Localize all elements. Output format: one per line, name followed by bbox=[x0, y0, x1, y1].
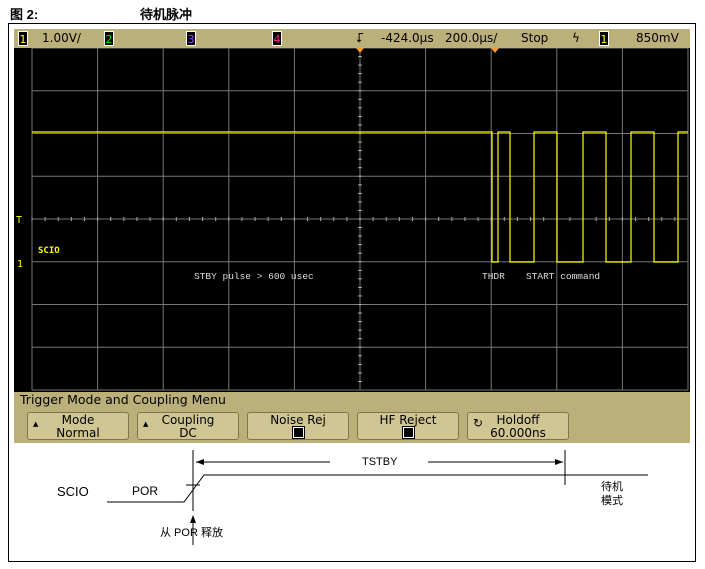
rising-edge-icon: ϟ bbox=[572, 31, 580, 45]
menu-title: Trigger Mode and Coupling Menu bbox=[20, 392, 226, 407]
trigger-level-marker: T bbox=[16, 215, 22, 226]
ch1-scale: 1.00V/ bbox=[42, 31, 81, 45]
rotate-knob-icon: ↻ bbox=[473, 416, 484, 430]
ground-marker: 1 bbox=[17, 259, 23, 270]
diagram-por-label: POR bbox=[132, 484, 159, 498]
delay-value: -424.0µs bbox=[381, 31, 434, 45]
timebase-value: 200.0µs/ bbox=[445, 31, 498, 45]
delay-icon: ⮦ bbox=[356, 31, 364, 46]
diagram-release-label: 从 POR 释放 bbox=[160, 527, 223, 539]
run-state: Stop bbox=[521, 31, 549, 45]
trigger-level: 850mV bbox=[636, 31, 679, 45]
ch4-badge[interactable]: 4 bbox=[272, 31, 282, 46]
oscilloscope-screen: 1 1.00V/ 2 3 4 ⮦ -424.0µs 200.0µs/ Stop … bbox=[14, 29, 690, 443]
trigger-source-badge[interactable]: 1 bbox=[599, 31, 609, 46]
up-triangle-icon: ▲ bbox=[143, 420, 149, 428]
checkbox-indicator bbox=[291, 426, 305, 439]
scio-signal-line bbox=[107, 474, 648, 503]
start-annotation: START command bbox=[526, 271, 600, 282]
status-bar: 1 1.00V/ 2 3 4 ⮦ -424.0µs 200.0µs/ Stop … bbox=[14, 29, 690, 48]
diagram-standby-label-2: 模式 bbox=[601, 495, 623, 507]
signal-label: SCIO bbox=[38, 246, 60, 256]
noise-reject-softkey[interactable]: Noise Rej bbox=[247, 412, 349, 440]
ch3-badge[interactable]: 3 bbox=[186, 31, 196, 46]
ch2-badge[interactable]: 2 bbox=[104, 31, 114, 46]
hf-reject-softkey[interactable]: HF Reject bbox=[357, 412, 459, 440]
thdr-annotation: THDR bbox=[482, 271, 505, 282]
mode-softkey[interactable]: ▲ Mode Normal bbox=[27, 412, 129, 440]
ch1-badge[interactable]: 1 bbox=[18, 31, 28, 46]
checkbox-indicator bbox=[401, 426, 415, 439]
figure-label: 图 2: bbox=[10, 7, 39, 22]
figure-title: 待机脉冲 bbox=[140, 7, 193, 22]
up-triangle-icon: ▲ bbox=[33, 420, 39, 428]
diagram-tstby-label: TSTBY bbox=[362, 456, 398, 468]
coupling-softkey[interactable]: ▲ Coupling DC bbox=[137, 412, 239, 440]
timing-diagram bbox=[107, 450, 648, 545]
holdoff-softkey[interactable]: ↻ Holdoff 60.000ns bbox=[467, 412, 569, 440]
stby-annotation: STBY pulse > 600 usec bbox=[194, 271, 314, 282]
diagram-signal-label: SCIO bbox=[57, 484, 89, 499]
graticule: T 1 SCIO STBY pulse > 600 usec THDR STAR… bbox=[14, 48, 690, 392]
